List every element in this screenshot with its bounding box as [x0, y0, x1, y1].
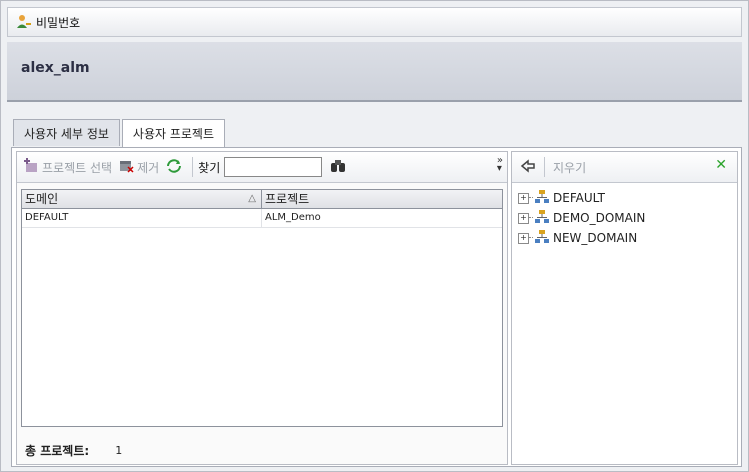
tree-connector — [529, 237, 533, 239]
domain-icon — [535, 189, 549, 207]
tab-user-projects[interactable]: 사용자 프로젝트 — [121, 119, 226, 147]
project-column-header[interactable]: 프로젝트 — [262, 190, 502, 208]
select-project-label: 프로젝트 선택 — [42, 160, 113, 175]
domain-tree: + DEFAULT + DEMO_DOMAIN + NEW_DOMAIN — [518, 188, 645, 248]
projects-grid: 도메인 △ 프로젝트 DEFAULT ALM_Demo — [21, 189, 503, 427]
user-header: alex_alm — [7, 42, 742, 102]
domain-header-label: 도메인 — [25, 192, 59, 206]
domains-toolbar: 지우기 ✕ — [512, 152, 737, 183]
window-title: 비밀번호 — [36, 15, 81, 30]
sort-indicator: △ — [248, 193, 256, 204]
arrow-left-icon[interactable] — [520, 158, 536, 176]
expand-icon[interactable]: + — [518, 232, 529, 244]
select-project-button[interactable]: 프로젝트 선택 — [23, 157, 113, 177]
domain-column-header[interactable]: 도메인 △ — [22, 190, 262, 208]
tab-user-details[interactable]: 사용자 세부 정보 — [13, 119, 120, 146]
projects-pane: 프로젝트 선택 제거 찾기 » ▾ 도메인 △ 프로젝트 DEFAULT ALM… — [16, 151, 508, 465]
refresh-button[interactable] — [165, 158, 186, 177]
expand-icon[interactable]: + — [518, 192, 529, 204]
binoculars-icon[interactable] — [330, 159, 346, 176]
tree-connector — [529, 217, 533, 219]
clear-label[interactable]: 지우기 — [553, 159, 586, 176]
toolbar-separator — [544, 157, 545, 177]
project-cell: ALM_Demo — [265, 212, 321, 223]
tree-connector — [529, 197, 533, 199]
tab-content: 프로젝트 선택 제거 찾기 » ▾ 도메인 △ 프로젝트 DEFAULT ALM… — [11, 147, 742, 467]
tree-node-label: DEMO_DOMAIN — [553, 211, 646, 225]
domain-cell: DEFAULT — [22, 209, 262, 227]
chevron-double-right-icon[interactable]: » ▾ — [497, 156, 503, 174]
remove-icon — [118, 158, 137, 177]
tree-node[interactable]: + DEFAULT — [518, 188, 645, 208]
tab-strip: 사용자 세부 정보 사용자 프로젝트 — [13, 119, 227, 147]
add-project-icon — [23, 157, 42, 177]
remove-label: 제거 — [137, 160, 160, 175]
tree-node-label: DEFAULT — [553, 191, 605, 205]
domain-icon — [535, 229, 549, 247]
total-projects-count: 1 — [115, 444, 123, 457]
window-frame: 비밀번호 alex_alm 사용자 세부 정보 사용자 프로젝트 프로젝트 선택 — [0, 0, 749, 472]
total-projects-label: 총 프로젝트: — [25, 444, 90, 458]
find-input[interactable] — [224, 157, 323, 177]
tree-node[interactable]: + DEMO_DOMAIN — [518, 208, 645, 228]
tree-node[interactable]: + NEW_DOMAIN — [518, 228, 645, 248]
refresh-icon — [165, 158, 186, 177]
table-row[interactable]: DEFAULT ALM_Demo — [22, 209, 502, 228]
toolbar-separator — [192, 157, 194, 177]
user-name: alex_alm — [21, 60, 90, 76]
find-label: 찾기 — [198, 160, 221, 175]
remove-button[interactable]: 제거 — [118, 158, 159, 177]
grid-header: 도메인 △ 프로젝트 — [22, 190, 502, 209]
tree-node-label: NEW_DOMAIN — [553, 231, 638, 245]
close-icon[interactable]: ✕ — [715, 157, 727, 173]
domain-icon — [535, 209, 549, 227]
user-key-icon — [16, 14, 32, 30]
domains-pane: 지우기 ✕ + DEFAULT + DEMO_DOMAIN + NEW_DOMA… — [511, 151, 738, 465]
expand-icon[interactable]: + — [518, 212, 529, 224]
projects-footer: 총 프로젝트: 1 — [25, 442, 122, 459]
projects-toolbar: 프로젝트 선택 제거 찾기 » ▾ — [17, 152, 507, 183]
title-bar: 비밀번호 — [7, 7, 742, 37]
